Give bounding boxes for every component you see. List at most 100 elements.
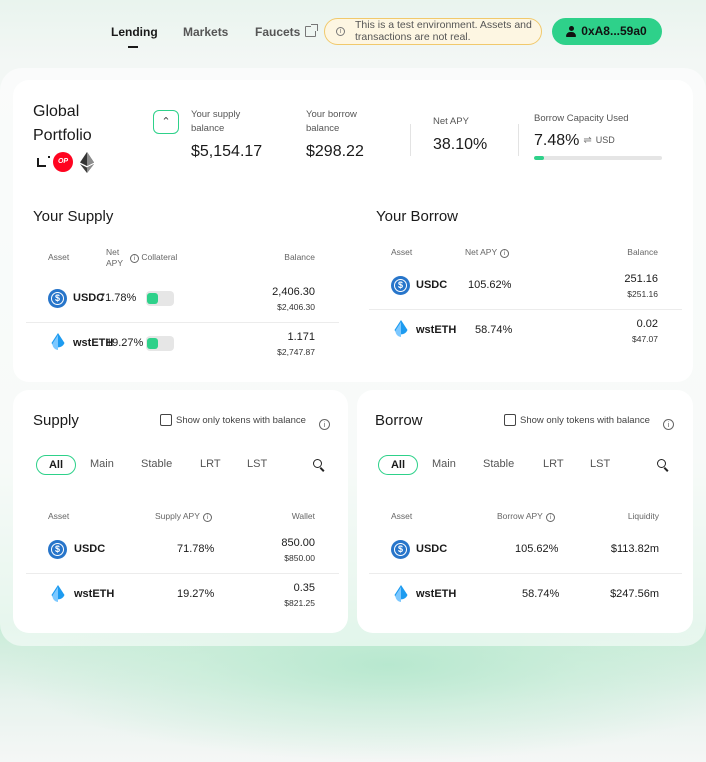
usdc-token-icon: $ bbox=[391, 276, 410, 295]
collateral-toggle[interactable] bbox=[146, 336, 174, 351]
filter-info: i bbox=[660, 414, 674, 432]
asset-name: wstETH bbox=[416, 324, 457, 336]
stat-divider bbox=[410, 124, 411, 156]
net-apy-label: Net APY bbox=[433, 116, 469, 127]
usdc-token-icon: $ bbox=[48, 540, 67, 559]
info-icon[interactable]: i bbox=[130, 254, 139, 263]
nav-active-indicator bbox=[128, 46, 138, 48]
col-balance: Balance bbox=[284, 252, 315, 262]
asset-name: USDC bbox=[416, 279, 448, 291]
balance-filter-checkbox[interactable] bbox=[160, 414, 172, 426]
tab-lst[interactable]: LST bbox=[247, 458, 267, 470]
portfolio-card: Global Portfolio OP ⌃ Your supply balanc… bbox=[13, 80, 693, 382]
nav-faucets[interactable]: Faucets bbox=[255, 24, 319, 39]
borrow-apy: 105.62% bbox=[515, 543, 559, 555]
search-icon[interactable] bbox=[313, 459, 325, 471]
tab-lrt[interactable]: LRT bbox=[543, 458, 564, 470]
info-icon[interactable]: i bbox=[545, 513, 555, 522]
your-supply-title: Your Supply bbox=[33, 208, 114, 225]
col-asset: Asset bbox=[48, 252, 70, 262]
col-asset: Asset bbox=[391, 511, 413, 521]
balance-usd: $47.07 bbox=[632, 334, 658, 344]
supply-balance-label: Your supply balance bbox=[191, 109, 241, 134]
balance-filter-checkbox[interactable] bbox=[504, 414, 516, 426]
col-collateral-label: Collateral bbox=[141, 252, 178, 262]
net-apy-value: 38.10% bbox=[433, 136, 488, 153]
ethereum-icon bbox=[80, 152, 94, 173]
nav-lending[interactable]: Lending bbox=[111, 25, 158, 39]
collateral-toggle[interactable] bbox=[146, 291, 174, 306]
col-borrow-apy-label: Borrow APY bbox=[497, 511, 543, 521]
info-icon[interactable]: i bbox=[500, 249, 510, 258]
net-apy: 58.74% bbox=[475, 324, 513, 336]
info-icon[interactable]: i bbox=[663, 419, 674, 430]
col-net-apy: Net APY i bbox=[465, 247, 510, 258]
test-env-banner: i This is a test environment. Assets and… bbox=[324, 18, 542, 45]
row-divider bbox=[369, 309, 682, 310]
balance-filter-label: Show only tokens with balance bbox=[176, 415, 306, 426]
wallet-balance: 0.35 bbox=[293, 582, 315, 594]
col-borrow-apy: Borrow APY i bbox=[497, 511, 555, 522]
supply-apy: 19.27% bbox=[177, 588, 215, 600]
linea-icon bbox=[37, 156, 50, 167]
asset-name: wstETH bbox=[74, 588, 115, 600]
tab-main[interactable]: Main bbox=[90, 458, 114, 470]
your-borrow-title: Your Borrow bbox=[376, 208, 458, 225]
borrow-market-card: Borrow Show only tokens with balance i A… bbox=[357, 390, 693, 633]
info-icon: i bbox=[336, 27, 345, 36]
balance: 251.16 bbox=[624, 273, 658, 285]
tab-lst[interactable]: LST bbox=[590, 458, 610, 470]
collapse-button[interactable]: ⌃ bbox=[153, 110, 179, 134]
col-net-apy: Net APY bbox=[106, 247, 124, 268]
tab-main[interactable]: Main bbox=[432, 458, 456, 470]
tab-lrt[interactable]: LRT bbox=[200, 458, 221, 470]
liquidity: $247.56m bbox=[610, 588, 659, 600]
row-divider bbox=[26, 573, 339, 574]
search-icon[interactable] bbox=[657, 459, 669, 471]
wsteth-token-icon bbox=[51, 585, 65, 602]
capacity-progress-fill bbox=[534, 156, 544, 160]
tab-stable[interactable]: Stable bbox=[141, 458, 172, 470]
usdc-token-icon: $ bbox=[391, 540, 410, 559]
col-wallet: Wallet bbox=[291, 511, 315, 521]
capacity-progress-bar bbox=[534, 156, 662, 160]
col-supply-apy-label: Supply APY bbox=[155, 511, 200, 521]
asset-name: wstETH bbox=[416, 588, 457, 600]
info-icon[interactable]: i bbox=[319, 419, 330, 430]
borrow-title: Borrow bbox=[375, 412, 423, 429]
stat-divider bbox=[518, 124, 519, 156]
optimism-icon: OP bbox=[53, 152, 73, 172]
external-link-icon bbox=[305, 24, 319, 37]
balance-usd: $2,747.87 bbox=[277, 347, 315, 357]
capacity-label: Borrow Capacity Used bbox=[534, 113, 629, 124]
tab-all[interactable]: All bbox=[36, 455, 76, 475]
asset-name: USDC bbox=[74, 543, 106, 555]
capacity-value: 7.48% bbox=[534, 132, 580, 149]
wallet-balance: 850.00 bbox=[281, 537, 315, 549]
balance-usd: $2,406.30 bbox=[277, 302, 315, 312]
balance: 2,406.30 bbox=[272, 286, 315, 298]
wallet-button[interactable]: 0xA8...59a0 bbox=[552, 18, 662, 45]
user-icon bbox=[566, 26, 576, 37]
supply-apy: 71.78% bbox=[177, 543, 215, 555]
balance: 0.02 bbox=[636, 318, 658, 330]
tab-stable[interactable]: Stable bbox=[483, 458, 514, 470]
borrow-balance-label: Your borrow balance bbox=[306, 109, 357, 134]
usdc-token-icon: $ bbox=[48, 289, 67, 308]
wsteth-token-icon bbox=[394, 320, 408, 337]
swap-icon[interactable]: ⇌ bbox=[583, 135, 591, 146]
wsteth-token-icon bbox=[51, 333, 65, 350]
tab-all[interactable]: All bbox=[378, 455, 418, 475]
capacity-unit: USD bbox=[595, 135, 615, 145]
col-supply-apy: Supply APY i bbox=[155, 511, 212, 522]
supply-market-card: Supply Show only tokens with balance i A… bbox=[13, 390, 348, 633]
borrow-apy: 58.74% bbox=[522, 588, 560, 600]
col-asset: Asset bbox=[391, 247, 413, 257]
filter-info: i bbox=[316, 414, 330, 432]
nav-markets[interactable]: Markets bbox=[183, 25, 228, 39]
borrow-balance-value: $298.22 bbox=[306, 143, 364, 160]
info-icon[interactable]: i bbox=[202, 513, 212, 522]
asset-name: USDC bbox=[416, 543, 448, 555]
supply-balance-value: $5,154.17 bbox=[191, 143, 263, 160]
col-net-apy-label: Net APY bbox=[465, 247, 498, 257]
